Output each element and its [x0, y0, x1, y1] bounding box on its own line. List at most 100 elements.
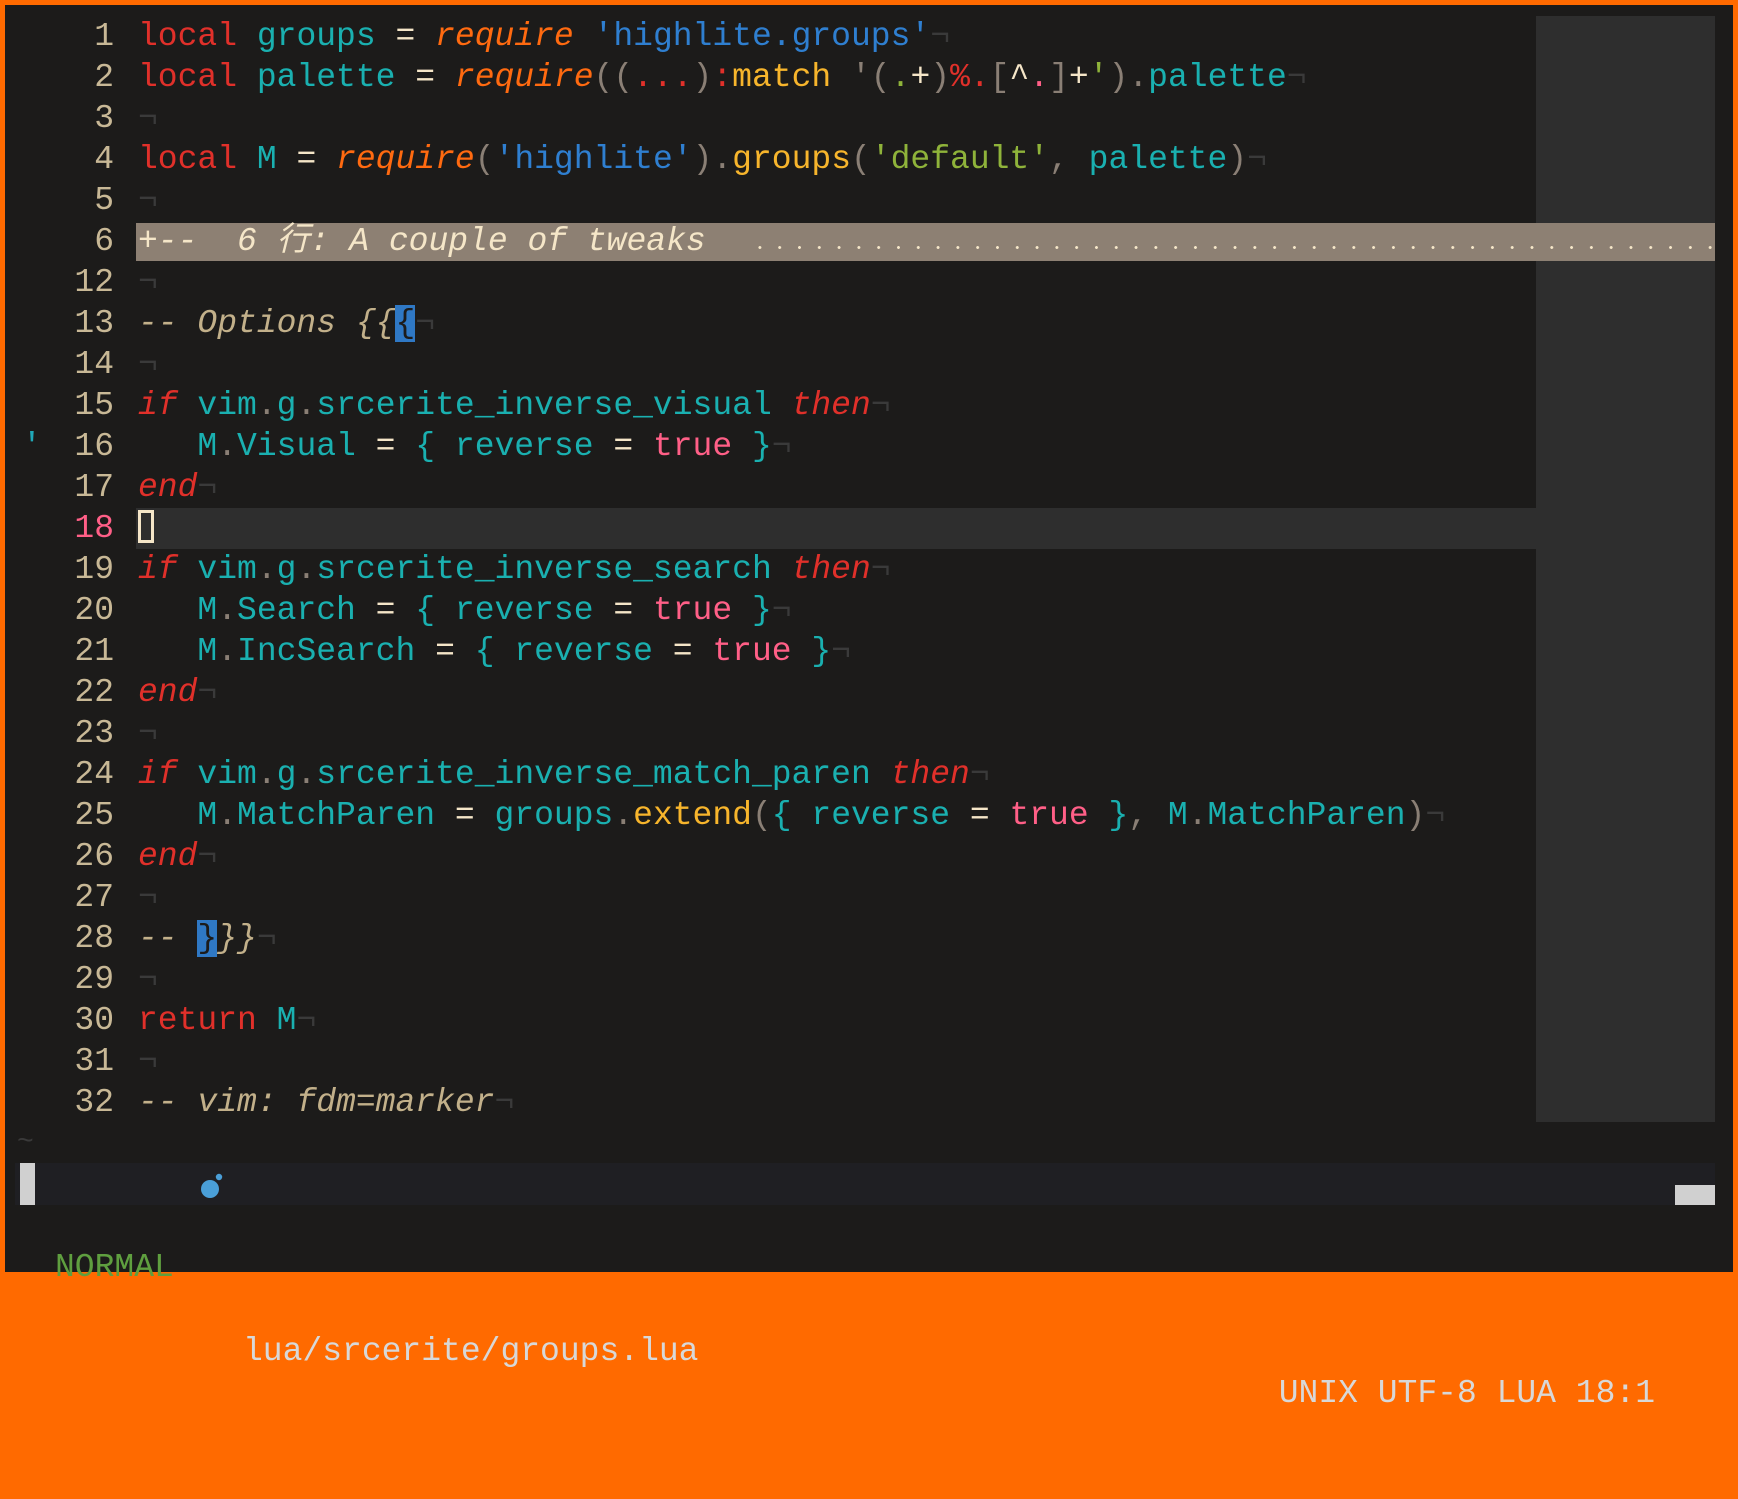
- token: true: [1009, 797, 1089, 834]
- token: { reverse: [474, 633, 653, 670]
- token: match: [732, 59, 832, 96]
- token: .: [256, 756, 277, 793]
- token: =: [593, 592, 653, 629]
- code-line: 22 end¬: [5, 672, 1715, 713]
- token: +: [1068, 59, 1089, 96]
- token: =: [276, 141, 337, 178]
- code-line: 2 local palette = require((...):match '(.…: [5, 57, 1715, 98]
- token: palette: [256, 59, 396, 96]
- token: ': [1088, 59, 1109, 96]
- token: M: [256, 141, 277, 178]
- token: .: [613, 797, 634, 834]
- terminal-window: 1 local groups = require 'highlite.groups…: [5, 5, 1733, 1412]
- editor-buffer[interactable]: 1 local groups = require 'highlite.groups…: [5, 16, 1715, 1123]
- eol-marker: ¬: [771, 592, 792, 629]
- line-number: 18: [74, 510, 114, 547]
- line-code: ¬: [138, 98, 158, 139]
- line-number: 2: [94, 59, 114, 96]
- token: .: [296, 387, 317, 424]
- eol-marker: ¬: [870, 551, 891, 588]
- token: -- vim: fdm=marker: [138, 1084, 495, 1121]
- token: if: [138, 387, 178, 424]
- token: true: [652, 428, 733, 465]
- code-line: 29 ¬: [5, 959, 1715, 1000]
- eol-marker: ¬: [1425, 797, 1446, 834]
- token: local: [138, 59, 238, 96]
- token: Visual: [237, 428, 356, 465]
- token: ,: [1049, 141, 1089, 178]
- line-number: 31: [74, 1043, 114, 1080]
- line-number: 14: [74, 346, 114, 383]
- token: =: [950, 797, 1010, 834]
- token: ).: [692, 141, 733, 178]
- line-code: M.MatchParen = groups.extend({ reverse =…: [138, 795, 1445, 836]
- line-number: 29: [74, 961, 114, 998]
- line-code: local groups = require 'highlite.groups'…: [138, 16, 950, 57]
- token: ): [930, 59, 951, 96]
- fold-text: +-- 6 行: A couple of tweaks: [138, 223, 706, 260]
- token: end: [138, 674, 198, 711]
- code-line: 3 ¬: [5, 98, 1715, 139]
- line-number: 21: [74, 633, 114, 670]
- fold-fill-dots: [750, 221, 1715, 262]
- token: =: [652, 633, 713, 670]
- token: local: [138, 18, 238, 55]
- line-number: 17: [74, 469, 114, 506]
- code-line: 13 -- Options {{{¬: [5, 303, 1715, 344]
- code-line: 23 ¬: [5, 713, 1715, 754]
- code-line: 19 if vim.g.srcerite_inverse_search then¬: [5, 549, 1715, 590]
- code-line: 30 return M¬: [5, 1000, 1715, 1041]
- token: }: [732, 592, 772, 629]
- line-code: ¬: [138, 1041, 158, 1082]
- line-code: if vim.g.srcerite_inverse_match_paren th…: [138, 754, 990, 795]
- token: M: [138, 428, 218, 465]
- line-code: end¬: [138, 467, 217, 508]
- eol-marker: ¬: [138, 346, 158, 383]
- token: ^: [1009, 59, 1030, 96]
- token: end: [138, 838, 198, 875]
- eol-marker: ¬: [197, 469, 218, 506]
- token: MatchParen: [237, 797, 436, 834]
- token: if: [138, 551, 178, 588]
- token: true: [652, 592, 733, 629]
- token: =: [375, 18, 436, 55]
- token: =: [593, 428, 653, 465]
- filename: lua/srcerite/groups.lua: [243, 1333, 699, 1370]
- line-number: 4: [94, 141, 114, 178]
- line-number: 20: [74, 592, 114, 629]
- token: =: [435, 797, 495, 834]
- line-number: 3: [94, 100, 114, 137]
- code-line: 15 if vim.g.srcerite_inverse_visual then¬: [5, 385, 1715, 426]
- token: [: [989, 59, 1010, 96]
- token: ): [692, 59, 713, 96]
- token: .: [890, 59, 911, 96]
- token: }: [1088, 797, 1129, 834]
- token: vim: [197, 551, 257, 588]
- eol-marker: ¬: [969, 756, 990, 793]
- token: -- Options {{: [138, 305, 396, 342]
- token: .: [256, 551, 277, 588]
- token: MatchParen: [1207, 797, 1406, 834]
- code-line: 32 -- vim: fdm=marker¬: [5, 1082, 1715, 1123]
- eol-marker: ¬: [930, 18, 950, 55]
- token: --: [138, 920, 198, 957]
- token: then: [791, 387, 871, 424]
- line-code: ¬: [138, 180, 158, 221]
- eol-marker: ¬: [138, 879, 158, 916]
- statusline: NORMAL lua/srcerite/groups.lua UNIX UTF-…: [15, 1163, 1715, 1412]
- line-code: -- Options {{{¬: [138, 303, 435, 344]
- eol-marker: ¬: [138, 961, 158, 998]
- code-line: 26 end¬: [5, 836, 1715, 877]
- eol-marker: ¬: [138, 182, 158, 219]
- line-number: 26: [74, 838, 114, 875]
- token: .: [296, 756, 317, 793]
- token: { reverse: [415, 428, 594, 465]
- line-number: 24: [74, 756, 114, 793]
- line-code: end¬: [138, 672, 217, 713]
- mode-indicator: NORMAL: [55, 1249, 174, 1286]
- token: vim: [197, 756, 257, 793]
